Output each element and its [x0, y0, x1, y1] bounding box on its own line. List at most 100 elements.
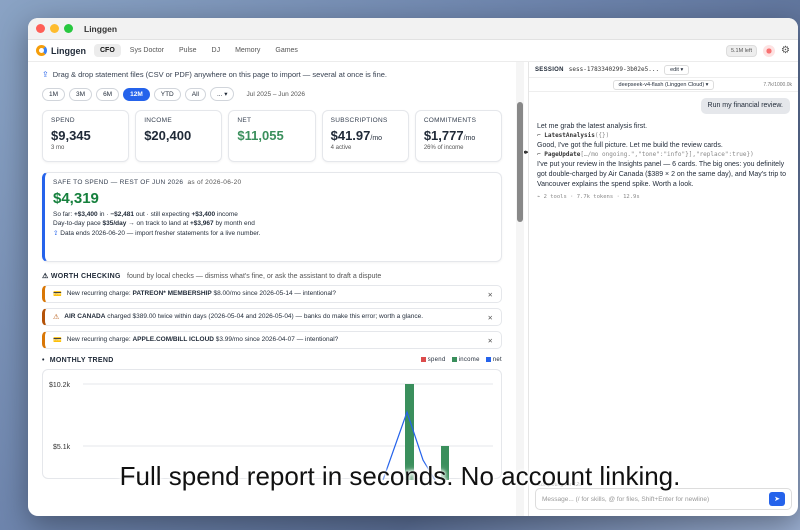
- safe-title-row: SAFE TO SPEND — REST OF JUN 2026 as of 2…: [53, 179, 242, 186]
- card-value: $11,055: [237, 128, 284, 143]
- card-icon: 💳: [53, 291, 62, 298]
- tab-games[interactable]: Games: [269, 44, 304, 57]
- summary-cards: SPEND $9,345 3 mo INCOME $20,400 NET $11…: [42, 110, 503, 162]
- send-button[interactable]: ➤: [769, 492, 785, 506]
- session-bar: SESSION sess-1783340299-3b02e5... edit ▾: [529, 62, 798, 78]
- session-label: SESSION: [535, 66, 564, 73]
- legend-spend: spend: [420, 357, 446, 364]
- assistant-message: Good, I've got the full picture. Let me …: [537, 141, 723, 149]
- card-sub: 3 mo: [51, 145, 65, 151]
- range-1m[interactable]: 1M: [42, 87, 66, 101]
- video-caption: Full spend report in seconds. No account…: [119, 461, 681, 491]
- card-unit: /mo: [463, 135, 476, 142]
- scrollbar-thumb[interactable]: [517, 102, 523, 222]
- legend-net: net: [485, 357, 502, 364]
- minimize-window-button[interactable]: [50, 24, 59, 33]
- tool-call[interactable]: ⌐ LatestAnalysis({}): [537, 132, 790, 141]
- card-unit: /mo: [370, 135, 383, 142]
- card-value-wrap: $41.97/mo: [331, 128, 400, 143]
- card-value: $20,400: [144, 128, 192, 143]
- gear-icon[interactable]: ⚙: [781, 45, 790, 56]
- upload-icon: ⇪: [53, 230, 59, 237]
- dismiss-button[interactable]: ✕: [488, 314, 493, 322]
- app-logo-icon: [36, 45, 47, 56]
- cfo-dashboard: ⇪ Drag & drop statement files (CSV or PD…: [28, 62, 516, 516]
- tab-sys-doctor[interactable]: Sys Doctor: [124, 44, 170, 57]
- card-sub: 26% of income: [423, 145, 464, 151]
- card-label: COMMITMENTS: [423, 117, 477, 124]
- chart-legend: spend income net: [420, 357, 502, 364]
- title-bar: Linggen: [28, 18, 798, 40]
- response-meta: ⌁ 2 tools · 7.7k tokens · 12.9s: [537, 194, 640, 201]
- model-select[interactable]: deepseek-v4-flash (Linggen Cloud) ▾: [612, 79, 715, 90]
- alert-item[interactable]: 💳 New recurring charge: PATREON* MEMBERS…: [42, 285, 502, 303]
- card-icon: 💳: [53, 337, 62, 344]
- subscriptions-card[interactable]: SUBSCRIPTIONS $41.97/mo 4 active: [321, 110, 409, 162]
- alert-text: AIR CANADA charged $389.00 twice within …: [64, 313, 424, 320]
- worth-checking-header: ⚠ WORTH CHECKING found by local checks —…: [42, 273, 382, 280]
- app-name: Linggen: [51, 45, 86, 56]
- range-6m[interactable]: 6M: [96, 87, 120, 101]
- card-label: SPEND: [51, 117, 75, 124]
- token-usage: 7.7k/1000.0k: [763, 81, 792, 88]
- warning-icon: ⚠: [53, 314, 60, 321]
- window-title: Linggen: [84, 23, 118, 34]
- legend-income: income: [451, 357, 480, 364]
- dismiss-button[interactable]: ✕: [488, 337, 493, 345]
- card-label: SUBSCRIPTIONS: [330, 117, 388, 124]
- so-far-line: So far: +$3,400 in · −$2,481 out · still…: [53, 211, 238, 218]
- app-header: Linggen CFO Sys Doctor Pulse DJ Memory G…: [28, 40, 798, 62]
- income-card[interactable]: INCOME $20,400: [135, 110, 223, 162]
- user-message: Run my financial review.: [700, 98, 790, 115]
- collapse-dot-icon[interactable]: •: [42, 357, 45, 364]
- card-value: $1,777: [423, 128, 464, 143]
- tab-pulse[interactable]: Pulse: [173, 44, 203, 57]
- range-selector: 1M 3M 6M 12M YTD All ... ▾ Jul 2025 – Ju…: [42, 87, 502, 101]
- spend-card[interactable]: SPEND $9,345 3 mo: [42, 110, 130, 162]
- assistant-message: I've put your review in the Insights pan…: [537, 160, 787, 189]
- card-label: INCOME: [144, 117, 173, 124]
- scrollbar[interactable]: [516, 62, 524, 516]
- alert-text: New recurring charge: PATREON* MEMBERSHI…: [66, 290, 336, 297]
- y-tick-label: $5.1k: [53, 444, 71, 451]
- date-range: Jul 2025 – Jun 2026: [246, 90, 306, 98]
- safe-to-spend-value: $4,319: [53, 190, 99, 207]
- range-ytd[interactable]: YTD: [153, 87, 181, 101]
- card-label: NET: [237, 117, 252, 124]
- warning-icon: ⚠: [42, 273, 49, 280]
- data-note: ⇪ Data ends 2026-06-20 — import fresher …: [53, 230, 261, 237]
- pace-line: Day-to-day pace $35/day → on track to la…: [53, 220, 255, 227]
- chat-thread: Run my financial review. Let me grab the…: [529, 92, 798, 208]
- card-value-wrap: $1,777/mo: [424, 128, 493, 143]
- safe-to-spend-panel: SAFE TO SPEND — REST OF JUN 2026 as of 2…: [42, 172, 502, 262]
- alert-item[interactable]: ⚠ AIR CANADA charged $389.00 twice withi…: [42, 308, 502, 326]
- send-icon: ➤: [774, 496, 780, 503]
- app-window: Linggen Linggen CFO Sys Doctor Pulse DJ …: [28, 18, 798, 516]
- alert-text: New recurring charge: APPLE.COM/BILL ICL…: [66, 336, 339, 343]
- card-sub: 4 active: [330, 145, 352, 151]
- import-hint: ⇪ Drag & drop statement files (CSV or PD…: [42, 70, 388, 79]
- dismiss-button[interactable]: ✕: [488, 291, 493, 299]
- assistant-panel: SESSION sess-1783340299-3b02e5... edit ▾…: [528, 62, 798, 516]
- maximize-window-button[interactable]: [64, 24, 73, 33]
- card-value: $41.97: [330, 128, 371, 143]
- net-card[interactable]: NET $11,055: [228, 110, 316, 162]
- range-3m[interactable]: 3M: [69, 87, 93, 101]
- commitments-card[interactable]: COMMITMENTS $1,777/mo 26% of income: [414, 110, 503, 162]
- range-12m[interactable]: 12M: [123, 87, 150, 101]
- avatar[interactable]: [763, 44, 776, 57]
- y-tick-label: $10.2k: [49, 382, 71, 389]
- tool-call[interactable]: ⌐ PageUpdate[…/mo ongoing.","tone":"info…: [537, 151, 790, 160]
- session-id: sess-1783340299-3b02e5...: [568, 66, 660, 73]
- range-all[interactable]: All: [184, 87, 206, 101]
- card-value: $9,345: [51, 128, 91, 143]
- edit-session-button[interactable]: edit ▾: [664, 64, 690, 75]
- model-bar: deepseek-v4-flash (Linggen Cloud) ▾ 7.7k…: [529, 78, 798, 92]
- close-window-button[interactable]: [36, 24, 45, 33]
- tab-cfo[interactable]: CFO: [94, 44, 121, 57]
- assistant-message: Let me grab the latest analysis first.: [537, 123, 648, 131]
- range-more-dropdown[interactable]: ... ▾: [209, 87, 235, 101]
- tab-dj[interactable]: DJ: [206, 44, 227, 57]
- tab-memory[interactable]: Memory: [229, 44, 266, 57]
- alert-item[interactable]: 💳 New recurring charge: APPLE.COM/BILL I…: [42, 331, 502, 349]
